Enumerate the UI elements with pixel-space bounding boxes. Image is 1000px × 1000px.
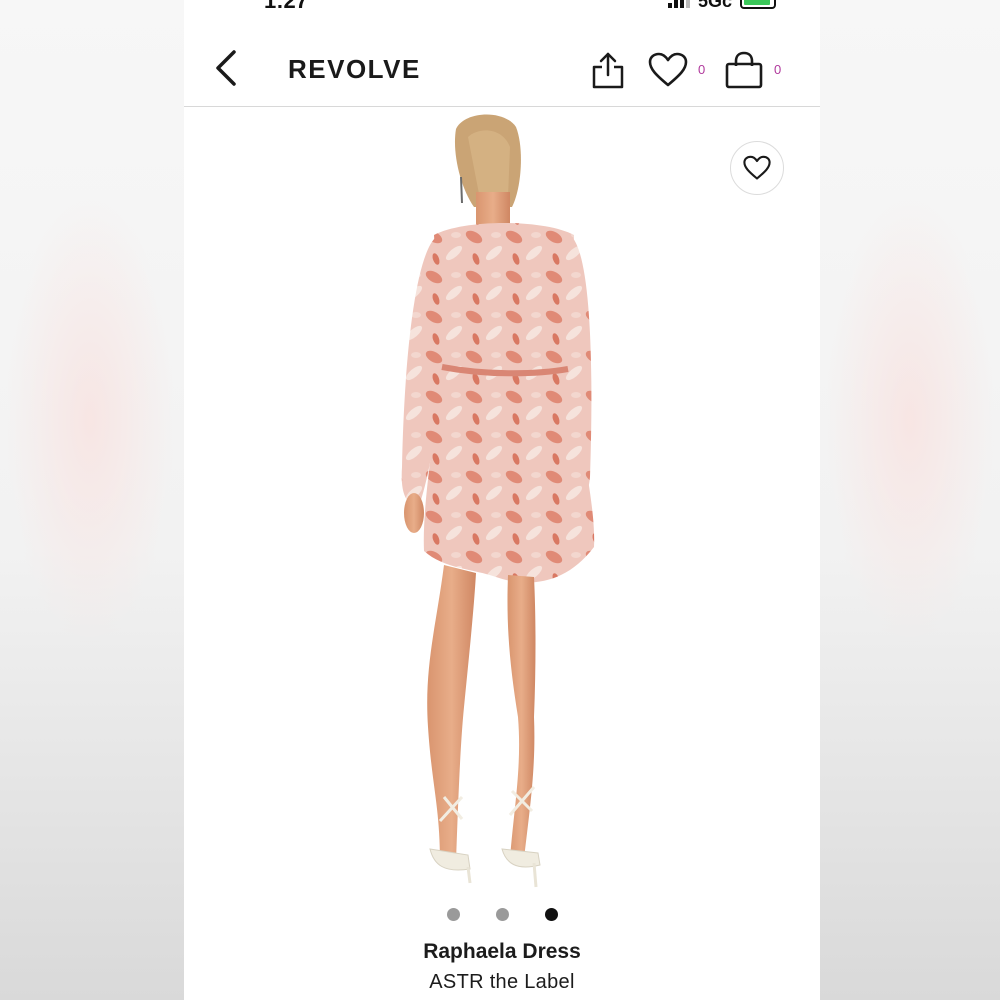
wishlist-count: 0: [698, 62, 706, 77]
pagination-dot[interactable]: [446, 908, 460, 921]
share-button[interactable]: [590, 50, 626, 90]
battery-icon: [740, 0, 776, 9]
status-bar: 1:27 5Gc: [184, 0, 820, 14]
chevron-left-icon: [216, 50, 236, 86]
product-image[interactable]: [184, 107, 820, 897]
status-time: 1:27: [264, 0, 309, 13]
pagination-dot[interactable]: [495, 908, 509, 921]
model-photo: [401, 114, 595, 888]
heart-icon: [648, 52, 688, 87]
product-name: Raphaela Dress: [423, 940, 581, 963]
bag-count: 0: [774, 62, 782, 77]
heart-icon: [743, 155, 771, 180]
pagination-dot-active[interactable]: [544, 908, 558, 921]
signal-icon: [667, 0, 690, 8]
top-nav-bar: REVOLVE 0 0: [184, 30, 820, 107]
share-icon: [592, 52, 624, 89]
network-type: 5Gc: [697, 0, 732, 11]
back-button[interactable]: [208, 48, 248, 88]
image-pagination: [184, 908, 820, 922]
wishlist-button[interactable]: [648, 52, 688, 88]
brand-logo[interactable]: REVOLVE: [288, 54, 421, 85]
product-brand[interactable]: ASTR the Label: [184, 971, 820, 994]
status-indicators: 5Gc: [667, 0, 776, 11]
shopping-bag-button[interactable]: [724, 50, 764, 90]
phone-screen: 1:27 5Gc REVOLVE 0 0 Raphaela Dress ASTR…: [184, 0, 820, 1000]
shopping-bag-icon: [725, 51, 763, 89]
favorite-button[interactable]: [730, 141, 784, 195]
